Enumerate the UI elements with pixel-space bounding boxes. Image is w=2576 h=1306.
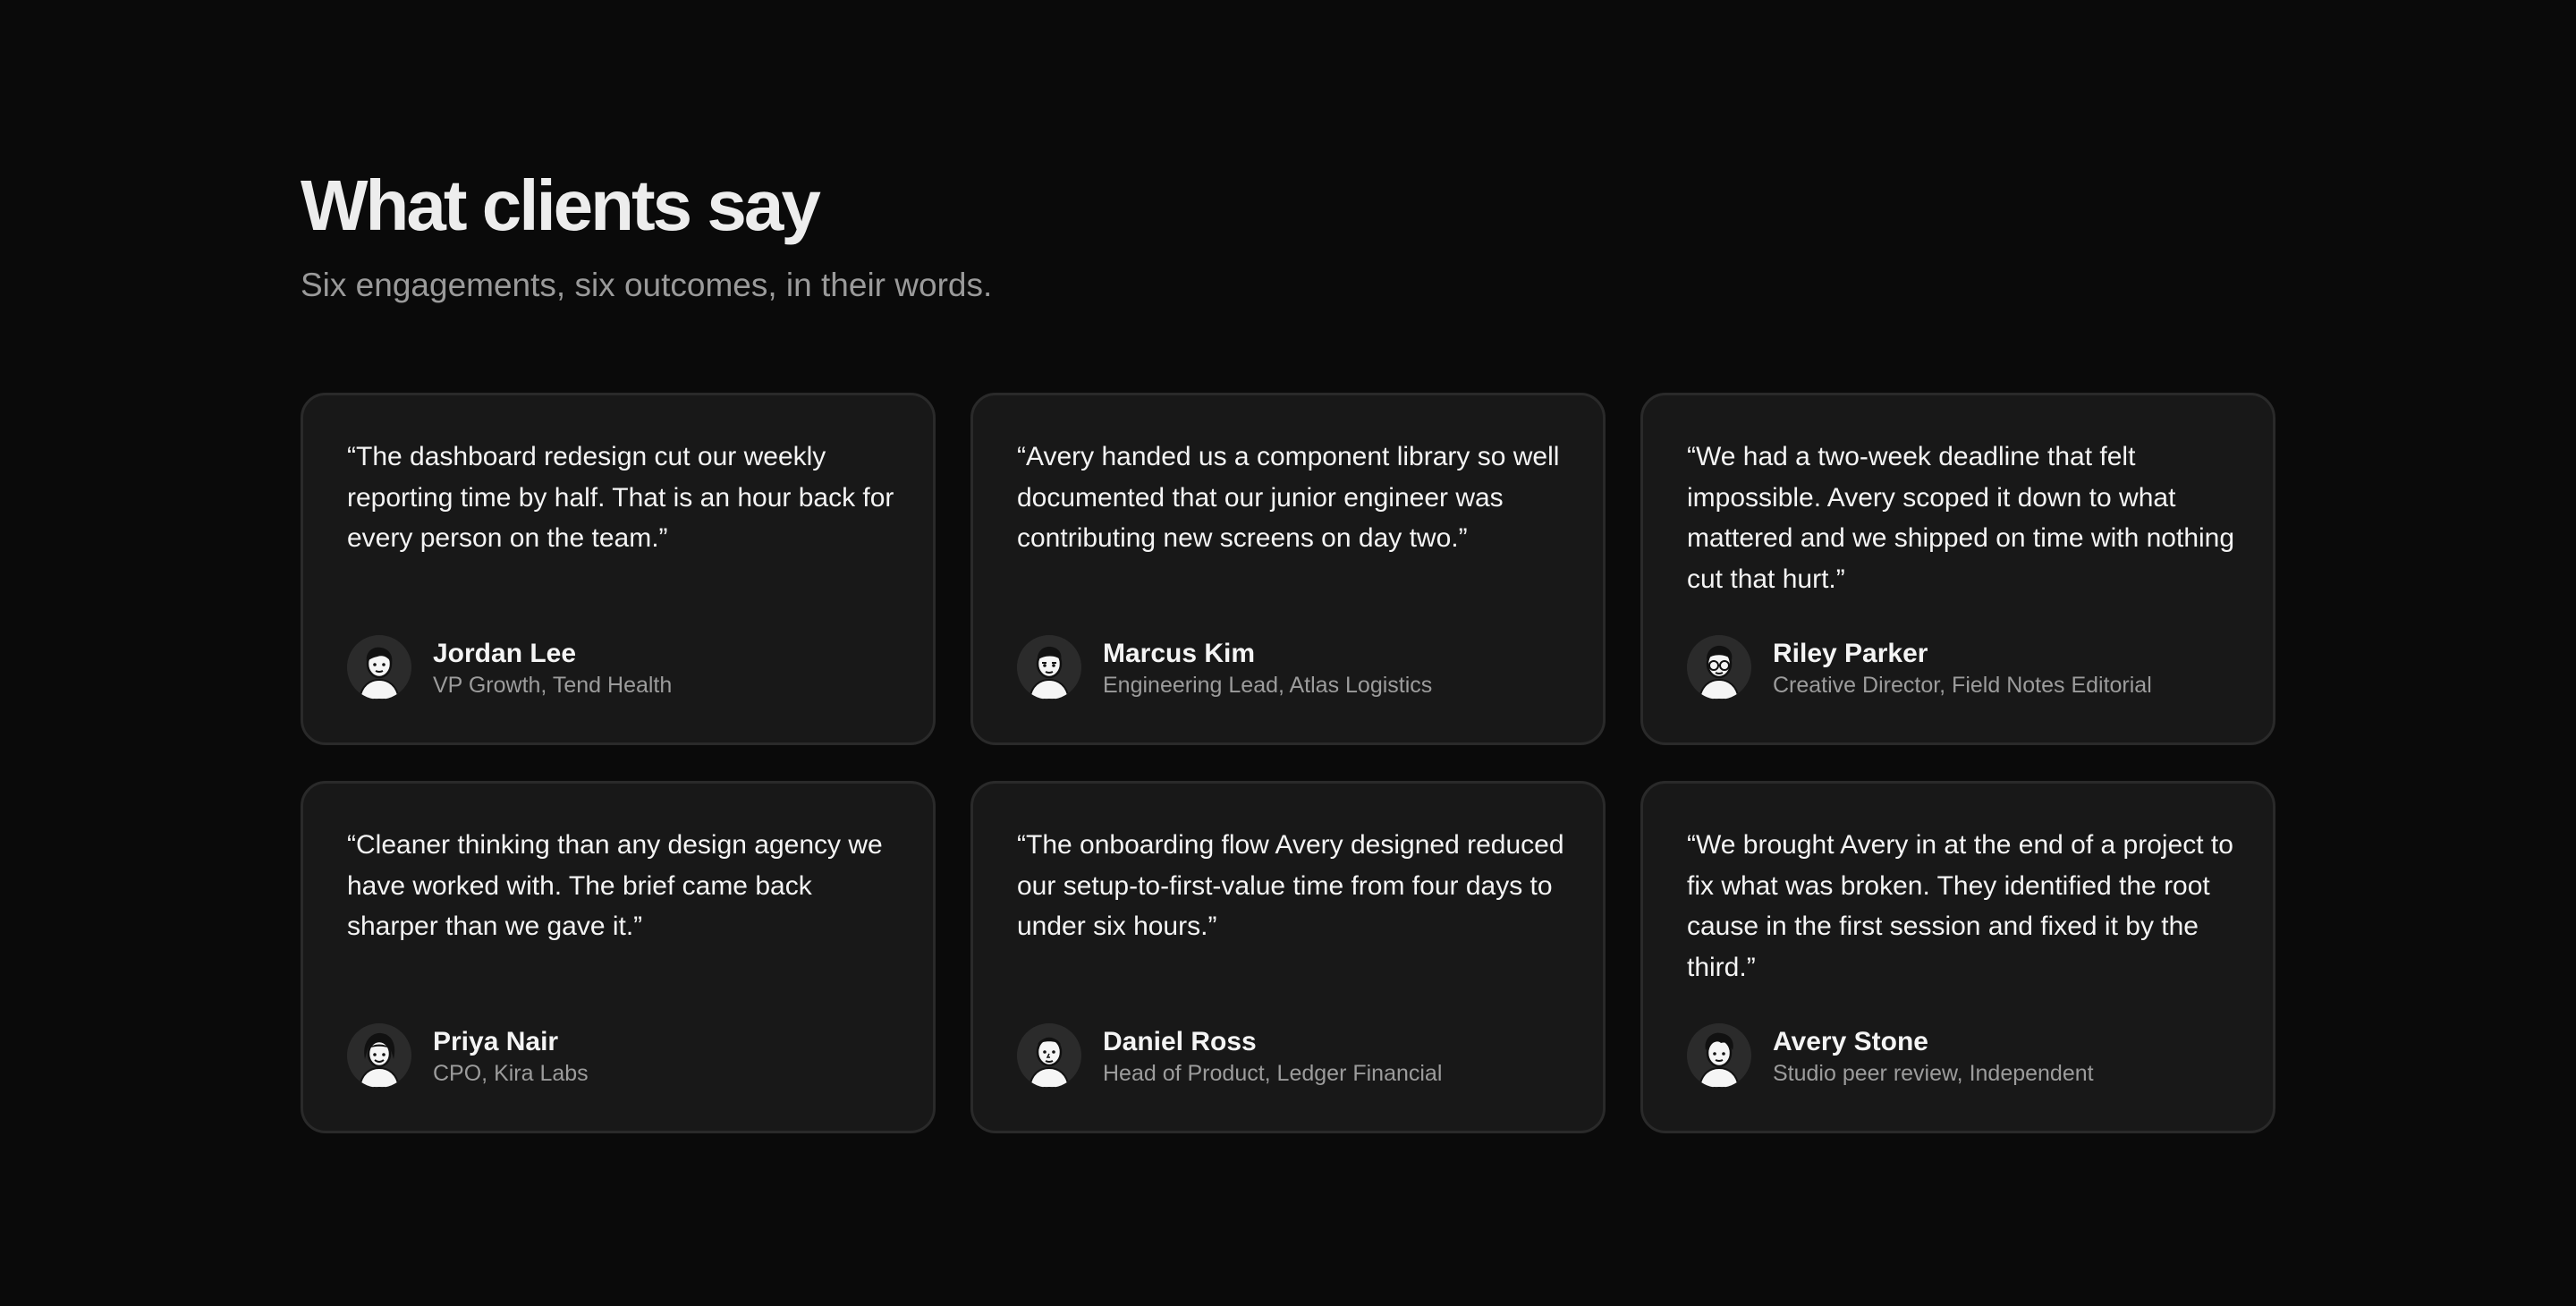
section-subtitle: Six engagements, six outcomes, in their …	[301, 267, 993, 303]
person-avatar-icon	[1687, 1023, 1751, 1088]
testimonial-quote: “We brought Avery in at the end of a pro…	[1687, 830, 2233, 982]
testimonial-card: “The onboarding flow Avery designed redu…	[970, 781, 1606, 1133]
testimonial-card: “We brought Avery in at the end of a pro…	[1640, 781, 2275, 1133]
testimonial-card: “Avery handed us a component library so …	[970, 393, 1606, 745]
testimonial-role: Creative Director, Field Notes Editorial	[1773, 673, 2152, 698]
testimonial-name: Avery Stone	[1773, 1027, 1928, 1056]
testimonial-name: Priya Nair	[433, 1027, 559, 1056]
testimonial-author: Avery Stone Studio peer review, Independ…	[1687, 1023, 2237, 1090]
testimonial-role: Studio peer review, Independent	[1773, 1061, 2094, 1086]
testimonial-card: “We had a two-week deadline that felt im…	[1640, 393, 2275, 745]
testimonial-name: Riley Parker	[1773, 639, 1928, 668]
testimonial-name: Daniel Ross	[1103, 1027, 1257, 1056]
testimonial-role: Engineering Lead, Atlas Logistics	[1103, 673, 1433, 698]
person-avatar-icon	[1017, 635, 1081, 700]
testimonial-author: Jordan Lee VP Growth, Tend Health	[347, 635, 897, 701]
testimonial-role: VP Growth, Tend Health	[433, 673, 673, 698]
testimonial-author: Marcus Kim Engineering Lead, Atlas Logis…	[1017, 635, 1567, 701]
person-avatar-icon	[1687, 635, 1751, 700]
person-avatar-icon	[347, 1023, 411, 1088]
testimonial-author: Priya Nair CPO, Kira Labs	[347, 1023, 897, 1090]
testimonial-grid: “The dashboard redesign cut our weekly r…	[301, 393, 2275, 1133]
person-avatar-icon	[347, 635, 411, 700]
testimonial-author: Daniel Ross Head of Product, Ledger Fina…	[1017, 1023, 1567, 1090]
testimonial-name: Marcus Kim	[1103, 639, 1256, 668]
testimonial-card: “Cleaner thinking than any design agency…	[301, 781, 936, 1133]
testimonial-author: Riley Parker Creative Director, Field No…	[1687, 635, 2237, 701]
testimonial-name: Jordan Lee	[433, 639, 577, 668]
section-title: What clients say	[301, 165, 821, 245]
testimonial-role: Head of Product, Ledger Financial	[1103, 1061, 1443, 1086]
testimonial-role: CPO, Kira Labs	[433, 1061, 589, 1086]
testimonials-section: What clients say Six engagements, six ou…	[301, 161, 2275, 1133]
testimonial-quote: “We had a two-week deadline that felt im…	[1687, 442, 2235, 594]
testimonial-quote: “Cleaner thinking than any design agency…	[347, 830, 883, 941]
testimonial-quote: “The dashboard redesign cut our weekly r…	[347, 442, 894, 553]
person-avatar-icon	[1017, 1023, 1081, 1088]
testimonial-card: “The dashboard redesign cut our weekly r…	[301, 393, 936, 745]
testimonial-quote: “The onboarding flow Avery designed redu…	[1017, 830, 1564, 941]
testimonial-quote: “Avery handed us a component library so …	[1017, 442, 1560, 553]
